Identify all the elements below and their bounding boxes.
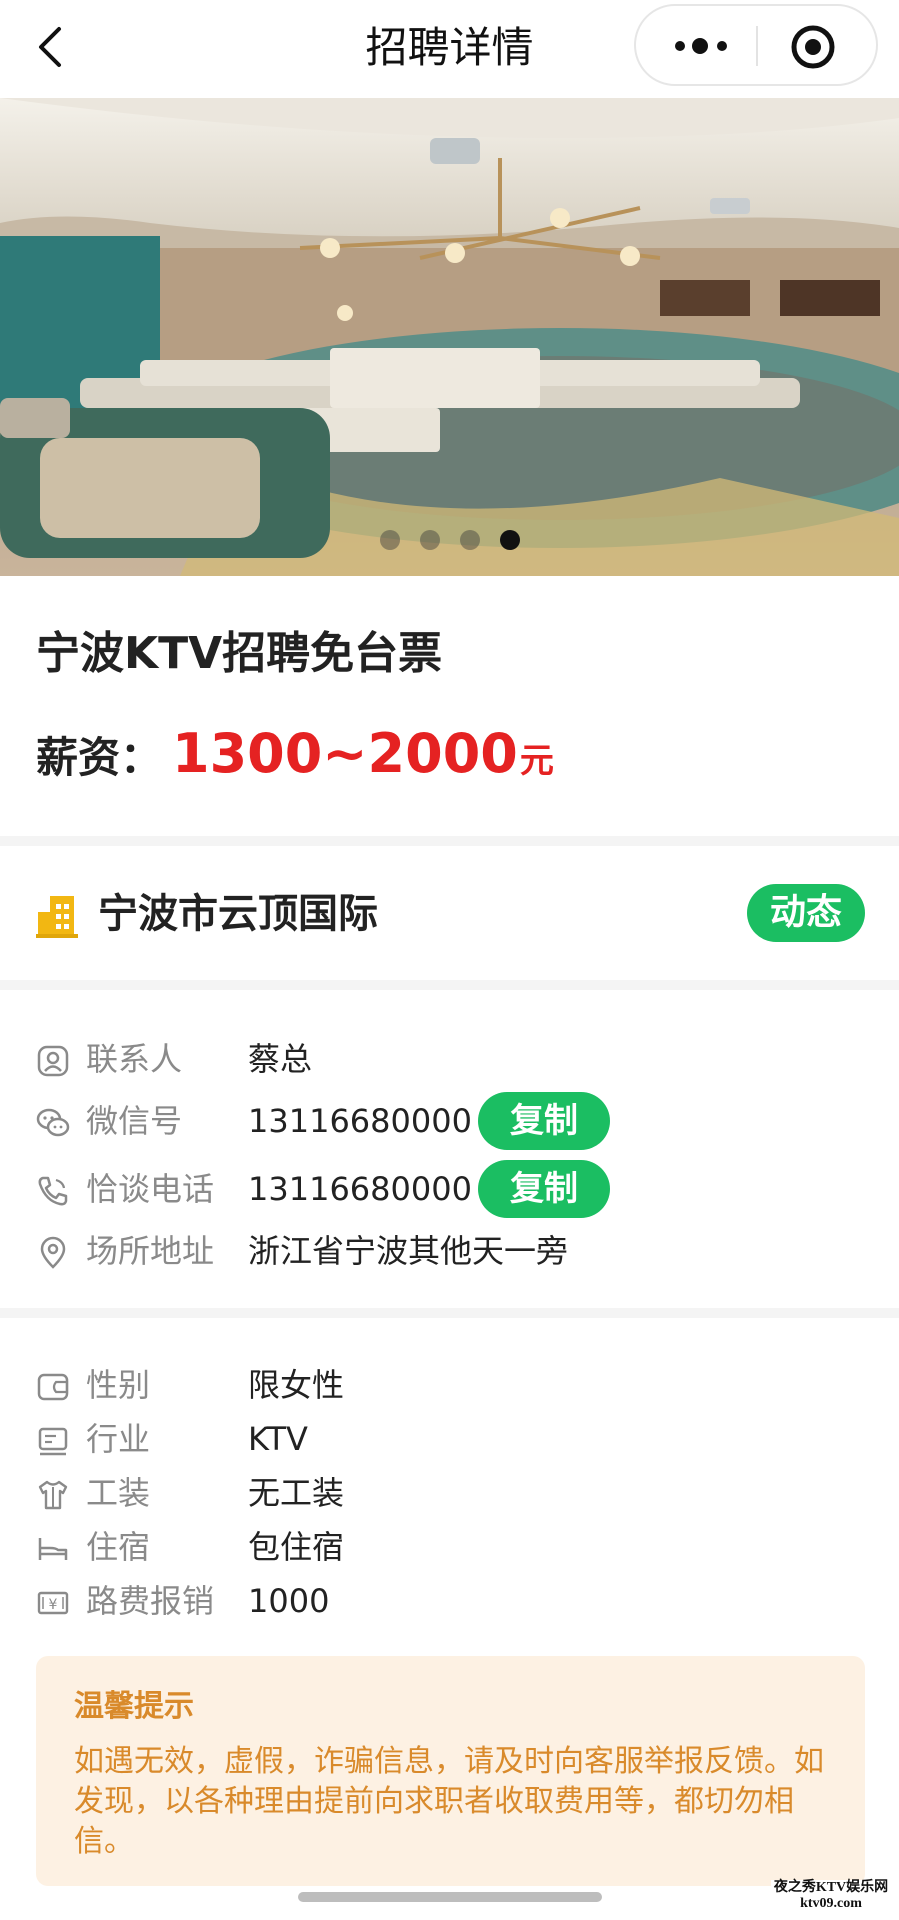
- carousel-dot[interactable]: [499, 530, 520, 550]
- more-icon[interactable]: [666, 22, 738, 70]
- section-divider: [0, 836, 899, 846]
- home-indicator[interactable]: [298, 1892, 602, 1902]
- info-value: 13116680000: [248, 1102, 472, 1140]
- info-row-phone: 恰谈电话 13116680000 复制: [0, 1160, 899, 1222]
- close-miniprogram-icon[interactable]: [786, 20, 840, 74]
- wechat-icon: [36, 1106, 70, 1140]
- money-icon: ¥: [36, 1586, 70, 1620]
- info-row-travel-reimbursement: ¥ 路费报销 1000: [0, 1572, 899, 1634]
- info-row-industry: 行业 KTV: [0, 1410, 899, 1472]
- info-label: 联系人: [86, 1040, 183, 1078]
- info-value: 无工装: [248, 1474, 345, 1512]
- notice-body: 如遇无效，虚假，诈骗信息，请及时向客服举报反馈。如发现，以各种理由提前向求职者收…: [74, 1744, 824, 1859]
- capsule-divider: [756, 26, 758, 66]
- copy-wechat-button[interactable]: 复制: [478, 1092, 610, 1150]
- info-row-contact-person: 联系人 蔡总: [0, 1030, 899, 1092]
- company-row[interactable]: 宁波市云顶国际 动态: [0, 850, 899, 980]
- notice-title: 温馨提示: [74, 1689, 194, 1724]
- info-value: 浙江省宁波其他天一旁: [248, 1232, 569, 1270]
- info-row-uniform: 工装 无工装: [0, 1464, 899, 1526]
- info-label: 微信号: [86, 1102, 183, 1140]
- info-label: 性别: [86, 1366, 151, 1404]
- salary-value: 1300~2000: [172, 722, 518, 785]
- contact-person-icon: [36, 1044, 70, 1078]
- bed-icon: [36, 1532, 70, 1566]
- info-value: 限女性: [248, 1366, 345, 1404]
- info-value: 蔡总: [248, 1040, 313, 1078]
- dynamics-button[interactable]: 动态: [747, 884, 865, 942]
- venue-photo-carousel[interactable]: [0, 98, 899, 576]
- carousel-dot[interactable]: [459, 530, 480, 550]
- salary-label: 薪资：: [36, 733, 163, 782]
- svg-text:¥: ¥: [49, 1597, 58, 1613]
- phone-icon: [36, 1174, 70, 1208]
- salary-unit: 元: [519, 741, 554, 781]
- uniform-icon: [36, 1478, 70, 1512]
- building-icon: [36, 892, 78, 938]
- salary-row: 薪资： 1300~2000 元: [36, 722, 554, 792]
- info-row-accommodation: 住宿 包住宿: [0, 1518, 899, 1580]
- section-divider: [0, 980, 899, 990]
- phone-number[interactable]: 13116680000: [248, 1166, 472, 1212]
- info-row-gender: 性别 限女性: [0, 1356, 899, 1418]
- section-divider: [0, 1308, 899, 1318]
- info-value: 包住宿: [248, 1528, 345, 1566]
- ktv-room-photo: [0, 98, 899, 576]
- info-label: 工装: [86, 1474, 151, 1512]
- carousel-dot[interactable]: [379, 530, 400, 550]
- info-label: 场所地址: [86, 1232, 215, 1270]
- info-row-address: 场所地址 浙江省宁波其他天一旁: [0, 1222, 899, 1284]
- watermark-line2: ktv09.com: [800, 1896, 862, 1911]
- info-value: KTV: [248, 1420, 308, 1458]
- watermark-line1: 夜之秀KTV娱乐网: [773, 1880, 889, 1895]
- copy-phone-button[interactable]: 复制: [478, 1160, 610, 1218]
- info-label: 住宿: [86, 1528, 151, 1566]
- job-title: 宁波KTV招聘免台票: [36, 628, 443, 679]
- company-name: 宁波市云顶国际: [98, 891, 378, 937]
- carousel-indicator: [0, 530, 899, 554]
- mini-program-capsule: [634, 4, 878, 86]
- site-watermark: 夜之秀KTV娱乐网 ktv09.com: [771, 1880, 891, 1912]
- carousel-dot[interactable]: [419, 530, 440, 550]
- location-icon: [36, 1236, 70, 1270]
- info-label: 行业: [86, 1420, 151, 1458]
- industry-icon: [36, 1424, 70, 1458]
- info-value: 1000: [248, 1582, 330, 1620]
- info-label: 路费报销: [86, 1582, 215, 1620]
- gender-icon: [36, 1370, 70, 1404]
- info-label: 恰谈电话: [86, 1170, 215, 1208]
- warm-tips-box: 温馨提示 如遇无效，虚假，诈骗信息，请及时向客服举报反馈。如发现，以各种理由提前…: [36, 1656, 865, 1886]
- info-row-wechat: 微信号 13116680000 复制: [0, 1092, 899, 1154]
- nav-bar: 招聘详情: [0, 0, 899, 98]
